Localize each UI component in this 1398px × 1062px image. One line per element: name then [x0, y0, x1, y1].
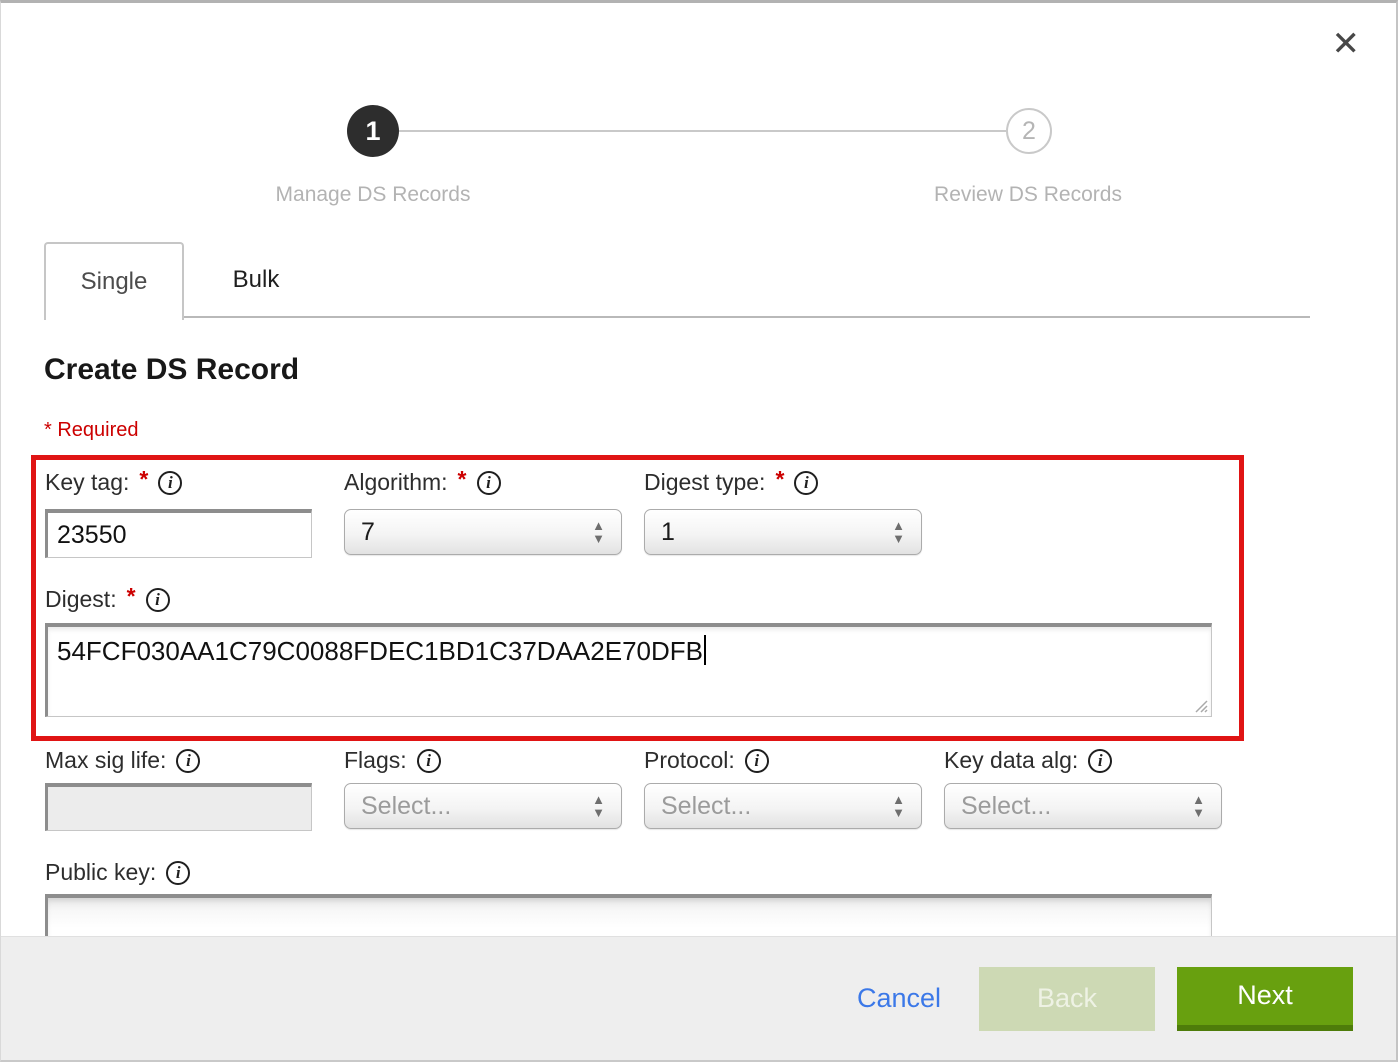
- algorithm-label-text: Algorithm:: [344, 469, 448, 496]
- protocol-select[interactable]: Select... ▲ ▼: [644, 783, 922, 829]
- required-asterisk: *: [775, 466, 784, 493]
- tab-single[interactable]: Single: [44, 242, 184, 320]
- tab-bar: Single Bulk: [44, 242, 1310, 318]
- algorithm-label: Algorithm: * i: [344, 469, 501, 496]
- flags-label-text: Flags:: [344, 747, 407, 774]
- select-arrows-icon: ▲ ▼: [592, 520, 605, 543]
- arrow-up-icon: ▲: [892, 794, 905, 805]
- key-data-alg-select[interactable]: Select... ▲ ▼: [944, 783, 1222, 829]
- step-1-circle: 1: [347, 105, 399, 157]
- arrow-down-icon: ▼: [1192, 807, 1205, 818]
- info-icon[interactable]: i: [146, 588, 170, 612]
- protocol-label-text: Protocol:: [644, 747, 735, 774]
- key-tag-input[interactable]: [45, 509, 312, 558]
- algorithm-select-value: 7: [361, 518, 375, 547]
- digest-type-label: Digest type: * i: [644, 469, 818, 496]
- info-glyph: i: [168, 474, 173, 491]
- text-cursor: [704, 635, 706, 665]
- max-sig-life-label: Max sig life: i: [45, 747, 200, 774]
- required-asterisk: *: [458, 466, 467, 493]
- back-button[interactable]: Back: [979, 967, 1155, 1031]
- max-sig-life-label-text: Max sig life:: [45, 747, 166, 774]
- step-1-label: Manage DS Records: [213, 183, 533, 207]
- info-icon[interactable]: i: [477, 471, 501, 495]
- tab-bulk-label: Bulk: [233, 266, 280, 294]
- digest-type-select[interactable]: 1 ▲ ▼: [644, 509, 922, 555]
- key-data-alg-label-text: Key data alg:: [944, 747, 1078, 774]
- step-2-label: Review DS Records: [868, 183, 1188, 207]
- select-arrows-icon: ▲ ▼: [592, 794, 605, 817]
- digest-type-select-value: 1: [661, 518, 675, 547]
- info-icon[interactable]: i: [166, 861, 190, 885]
- tab-single-label: Single: [81, 268, 148, 296]
- required-note: * Required: [44, 419, 139, 442]
- info-glyph: i: [804, 474, 809, 491]
- step-2-circle: 2: [1006, 108, 1052, 154]
- info-glyph: i: [426, 752, 431, 769]
- info-icon[interactable]: i: [417, 749, 441, 773]
- required-asterisk: *: [127, 583, 136, 610]
- info-glyph: i: [486, 474, 491, 491]
- digest-type-label-text: Digest type:: [644, 469, 765, 496]
- max-sig-life-input[interactable]: [45, 783, 312, 831]
- dialog-footer: Cancel Back Next: [1, 936, 1396, 1060]
- page-title: Create DS Record: [44, 353, 299, 387]
- arrow-up-icon: ▲: [592, 794, 605, 805]
- key-data-alg-label: Key data alg: i: [944, 747, 1112, 774]
- arrow-down-icon: ▼: [592, 533, 605, 544]
- info-icon[interactable]: i: [1088, 749, 1112, 773]
- resize-handle-icon[interactable]: [1193, 698, 1208, 713]
- select-arrows-icon: ▲ ▼: [892, 794, 905, 817]
- info-glyph: i: [754, 752, 759, 769]
- step-1-number: 1: [365, 116, 380, 147]
- digest-label-text: Digest:: [45, 586, 117, 613]
- algorithm-select[interactable]: 7 ▲ ▼: [344, 509, 622, 555]
- digest-label: Digest: * i: [45, 586, 170, 613]
- key-tag-label: Key tag: * i: [45, 469, 182, 496]
- digest-value: 54FCF030AA1C79C0088FDEC1BD1C37DAA2E70DFB: [57, 636, 703, 666]
- select-arrows-icon: ▲ ▼: [892, 520, 905, 543]
- flags-select-value: Select...: [361, 792, 451, 821]
- close-icon[interactable]: ✕: [1332, 27, 1361, 61]
- stepper-connector: [399, 130, 1006, 132]
- step-2-number: 2: [1022, 117, 1036, 146]
- arrow-up-icon: ▲: [592, 520, 605, 531]
- flags-label: Flags: i: [344, 747, 441, 774]
- info-icon[interactable]: i: [794, 471, 818, 495]
- info-glyph: i: [176, 864, 181, 881]
- info-glyph: i: [186, 752, 191, 769]
- protocol-label: Protocol: i: [644, 747, 769, 774]
- next-button[interactable]: Next: [1177, 967, 1353, 1031]
- public-key-label-text: Public key:: [45, 859, 156, 886]
- cancel-button[interactable]: Cancel: [857, 983, 941, 1014]
- arrow-down-icon: ▼: [592, 807, 605, 818]
- info-icon[interactable]: i: [176, 749, 200, 773]
- info-glyph: i: [155, 591, 160, 608]
- create-ds-record-dialog: ✕ 1 2 Manage DS Records Review DS Record…: [0, 0, 1398, 1062]
- tab-bulk[interactable]: Bulk: [184, 242, 328, 318]
- digest-textarea[interactable]: 54FCF030AA1C79C0088FDEC1BD1C37DAA2E70DFB: [45, 623, 1212, 717]
- required-asterisk: *: [139, 466, 148, 493]
- info-icon[interactable]: i: [745, 749, 769, 773]
- key-tag-label-text: Key tag:: [45, 469, 129, 496]
- flags-select[interactable]: Select... ▲ ▼: [344, 783, 622, 829]
- arrow-down-icon: ▼: [892, 533, 905, 544]
- arrow-up-icon: ▲: [1192, 794, 1205, 805]
- protocol-select-value: Select...: [661, 792, 751, 821]
- select-arrows-icon: ▲ ▼: [1192, 794, 1205, 817]
- arrow-up-icon: ▲: [892, 520, 905, 531]
- key-data-alg-select-value: Select...: [961, 792, 1051, 821]
- info-icon[interactable]: i: [158, 471, 182, 495]
- info-glyph: i: [1098, 752, 1103, 769]
- arrow-down-icon: ▼: [892, 807, 905, 818]
- public-key-label: Public key: i: [45, 859, 190, 886]
